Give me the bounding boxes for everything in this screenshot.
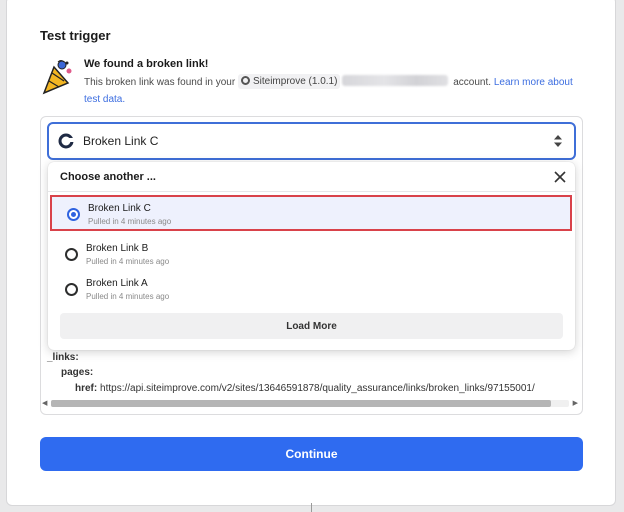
found-text: This broken link was found in your (84, 77, 236, 88)
select-arrows-icon (554, 135, 562, 147)
siteimprove-logo-icon (58, 133, 74, 149)
select-value: Broken Link C (83, 134, 159, 148)
continue-button[interactable]: Continue (40, 437, 583, 471)
found-heading: We found a broken link! (84, 58, 209, 70)
load-more-button[interactable]: Load More (60, 313, 563, 339)
option-broken-link-c[interactable]: Broken Link C Pulled in 4 minutes ago (50, 195, 572, 231)
href-value: https://api.siteimprove.com/v2/sites/136… (100, 383, 535, 394)
scroll-right-icon[interactable]: ▶ (573, 399, 578, 407)
found-description: This broken link was found in your Sitei… (84, 74, 584, 108)
choose-dropdown: Choose another ... Broken Link C Pulled … (48, 162, 575, 350)
option-broken-link-b[interactable]: Broken Link B Pulled in 4 minutes ago (50, 237, 572, 273)
redacted-account (342, 75, 449, 86)
close-icon[interactable] (554, 171, 566, 183)
record-select[interactable]: Broken Link C (47, 122, 576, 160)
href-row: href: https://api.siteimprove.com/v2/sit… (75, 383, 577, 394)
pages-key: pages: (61, 367, 94, 378)
option-subtitle: Pulled in 4 minutes ago (86, 257, 170, 266)
radio-selected[interactable] (67, 208, 80, 221)
party-popper-icon (42, 60, 72, 95)
horizontal-scrollbar[interactable]: ◀ ▶ (41, 397, 579, 409)
app-chip: Siteimprove (1.0.1) (237, 74, 341, 89)
option-broken-link-a[interactable]: Broken Link A Pulled in 4 minutes ago (50, 272, 572, 308)
section-title: Test trigger (40, 28, 111, 43)
found-text-after: account. (453, 77, 492, 88)
dropdown-divider (48, 191, 575, 192)
href-key: href: (75, 383, 98, 394)
scroll-left-icon[interactable]: ◀ (42, 399, 47, 407)
connector-line (311, 503, 312, 512)
app-chip-label: Siteimprove (1.0.1) (252, 76, 338, 87)
radio-unselected[interactable] (65, 248, 78, 261)
option-name: Broken Link A (86, 278, 148, 289)
option-subtitle: Pulled in 4 minutes ago (86, 292, 170, 301)
siteimprove-icon (240, 76, 250, 85)
radio-unselected[interactable] (65, 283, 78, 296)
scroll-thumb[interactable] (51, 400, 551, 407)
option-subtitle: Pulled in 4 minutes ago (88, 217, 172, 226)
option-name: Broken Link C (88, 203, 151, 214)
option-name: Broken Link B (86, 243, 149, 254)
dropdown-heading: Choose another ... (60, 171, 156, 183)
links-key: _links: (47, 352, 79, 363)
